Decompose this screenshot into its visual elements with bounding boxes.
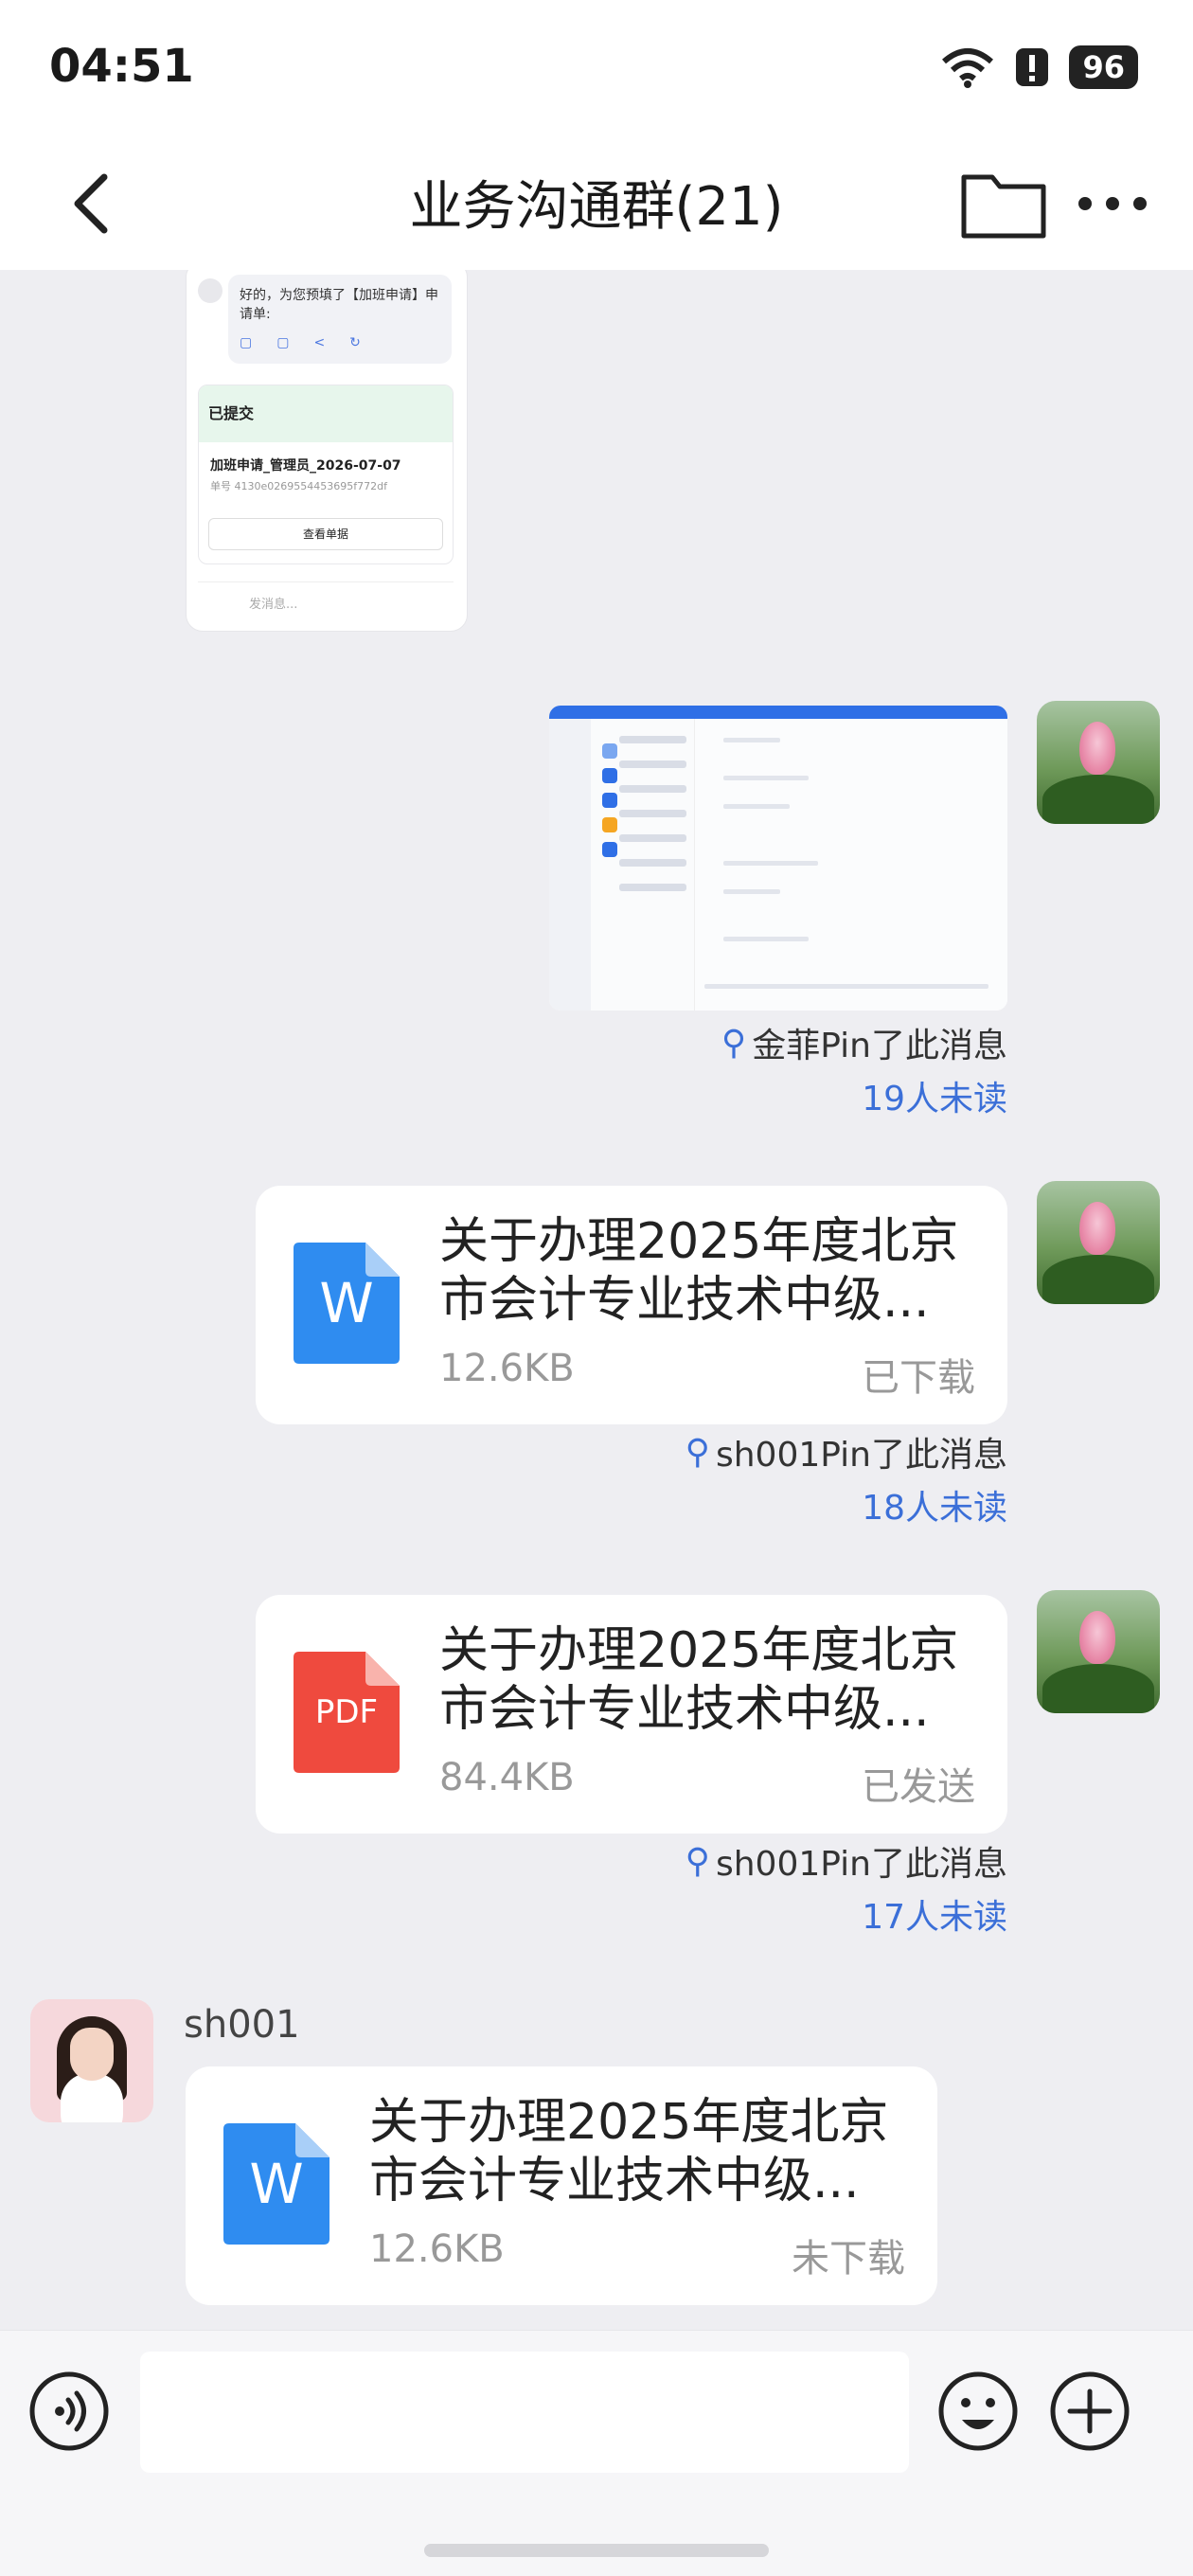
pin-text: 金菲Pin了此消息 bbox=[752, 1027, 1007, 1065]
voice-icon bbox=[29, 2371, 109, 2451]
plus-icon bbox=[1050, 2371, 1130, 2451]
window-chat-list bbox=[591, 719, 695, 1011]
list-icon bbox=[602, 768, 617, 783]
files-button[interactable] bbox=[956, 160, 1051, 245]
pin-icon: ⚲ bbox=[721, 1023, 747, 1063]
pin-icon: ⚲ bbox=[685, 1841, 710, 1881]
list-icon bbox=[602, 793, 617, 808]
voice-button[interactable] bbox=[28, 2370, 110, 2452]
unread-count[interactable]: 18人未读 bbox=[862, 1480, 1007, 1530]
pin-note: ⚲ 金菲Pin了此消息 bbox=[721, 1018, 1007, 1067]
window-sidebar bbox=[549, 719, 591, 1011]
file-name: 关于办理2025年度北京市会计专业技术中级... bbox=[369, 2094, 889, 2209]
sender-avatar[interactable] bbox=[30, 1999, 153, 2122]
card-head: 已提交 bbox=[199, 385, 453, 442]
wifi-icon bbox=[942, 48, 994, 88]
unread-count[interactable]: 17人未读 bbox=[862, 1889, 1007, 1939]
more-button[interactable] bbox=[1070, 166, 1155, 242]
file-name: 关于办理2025年度北京市会计专业技术中级... bbox=[439, 1213, 959, 1329]
pin-note: ⚲ sh001Pin了此消息 bbox=[686, 1836, 1007, 1886]
phone-input-placeholder: 发消息... bbox=[198, 581, 454, 621]
file-size: 84.4KB bbox=[439, 1756, 575, 1799]
file-status: 未下载 bbox=[792, 2237, 905, 2281]
unread-count[interactable]: 19人未读 bbox=[862, 1071, 1007, 1120]
file-message-card[interactable]: W 关于办理2025年度北京市会计专业技术中级... 12.6KB 已下载 bbox=[256, 1186, 1007, 1424]
file-status: 已下载 bbox=[862, 1356, 975, 1400]
alert-icon bbox=[1016, 48, 1049, 86]
status-icons: 96 bbox=[940, 45, 1138, 89]
sender-name: sh001 bbox=[184, 2003, 300, 2047]
list-icon bbox=[602, 817, 617, 832]
avatar[interactable] bbox=[1037, 1181, 1160, 1304]
home-indicator[interactable] bbox=[424, 2544, 769, 2557]
desktop-screenshot-image[interactable] bbox=[549, 706, 1007, 1011]
input-bar bbox=[0, 2330, 1193, 2576]
more-actions-button[interactable] bbox=[1049, 2370, 1131, 2452]
window-titlebar bbox=[549, 706, 1007, 719]
file-name: 关于办理2025年度北京市会计专业技术中级... bbox=[439, 1622, 959, 1738]
folder-icon bbox=[961, 174, 1046, 239]
list-icon bbox=[602, 743, 617, 759]
file-message-card[interactable]: PDF 关于办理2025年度北京市会计专业技术中级... 84.4KB 已发送 bbox=[256, 1595, 1007, 1834]
pin-text: sh001Pin了此消息 bbox=[715, 1436, 1007, 1475]
chat-area[interactable]: 好的，为您预填了【加班申请】申请单: ▢▢<↻ 已提交 加班申请_管理员_202… bbox=[0, 270, 1193, 2330]
status-time: 04:51 bbox=[49, 40, 194, 93]
pdf-icon-label: PDF bbox=[314, 1693, 379, 1731]
avatar[interactable] bbox=[1037, 1590, 1160, 1713]
emoji-button[interactable] bbox=[937, 2370, 1019, 2452]
file-size: 12.6KB bbox=[439, 1347, 575, 1390]
window-main-pane bbox=[695, 719, 1007, 1011]
word-icon-label: W bbox=[319, 1271, 374, 1335]
screenshot-image[interactable]: 好的，为您预填了【加班申请】申请单: ▢▢<↻ 已提交 加班申请_管理员_202… bbox=[186, 270, 468, 632]
word-icon-label: W bbox=[249, 2152, 304, 2216]
nav-bar: 业务沟通群(21) bbox=[0, 137, 1193, 270]
status-bar: 04:51 96 bbox=[0, 0, 1193, 137]
card-title: 加班申请_管理员_2026-07-07 bbox=[210, 458, 401, 474]
file-message-card[interactable]: W 关于办理2025年度北京市会计专业技术中级... 12.6KB 未下载 bbox=[186, 2066, 937, 2305]
pin-icon: ⚲ bbox=[685, 1432, 710, 1472]
battery-indicator: 96 bbox=[1069, 45, 1138, 89]
submission-card: 已提交 加班申请_管理员_2026-07-07 单号 4130e02695544… bbox=[198, 385, 454, 564]
more-icon bbox=[1078, 197, 1147, 210]
pin-text: sh001Pin了此消息 bbox=[715, 1845, 1007, 1884]
card-subtitle: 单号 4130e0269554453695f772df bbox=[210, 480, 387, 492]
avatar-placeholder bbox=[198, 278, 223, 303]
pin-note: ⚲ sh001Pin了此消息 bbox=[686, 1427, 1007, 1476]
file-status: 已发送 bbox=[862, 1765, 975, 1809]
bubble-tools: ▢▢<↻ bbox=[240, 335, 385, 350]
file-size: 12.6KB bbox=[369, 2227, 505, 2271]
avatar[interactable] bbox=[1037, 701, 1160, 824]
emoji-icon bbox=[938, 2371, 1018, 2451]
list-icon bbox=[602, 842, 617, 857]
card-button: 查看单据 bbox=[208, 518, 443, 550]
message-input[interactable] bbox=[140, 2352, 909, 2473]
